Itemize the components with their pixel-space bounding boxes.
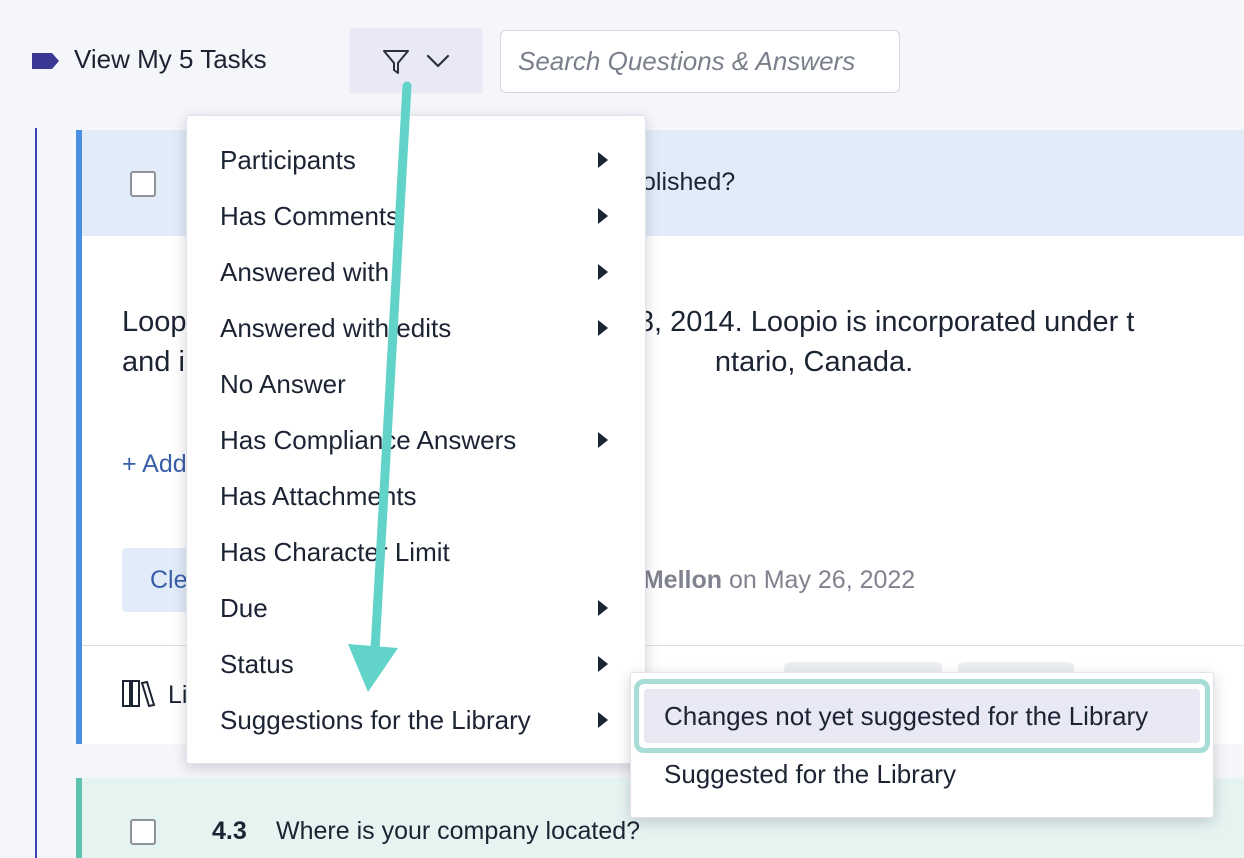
caret-right-icon [598,432,608,448]
filter-dropdown-button[interactable] [349,28,483,94]
add-link[interactable]: + Add [122,450,187,479]
caret-right-icon [598,712,608,728]
menu-item-has-character-limit[interactable]: Has Character Limit [187,508,645,567]
menu-item-no-answer[interactable]: No Answer [187,340,645,399]
menu-item-participants[interactable]: Participants [187,116,645,175]
menu-item-label: Has Character Limit [220,537,450,567]
menu-item-has-attachments[interactable]: Has Attachments [187,452,645,511]
menu-item-label: Suggestions for the Library [220,705,531,735]
caret-right-icon [598,264,608,280]
menu-item-answered-with[interactable]: Answered with [187,228,645,287]
books-icon [122,680,156,708]
question-checkbox[interactable] [130,171,156,197]
menu-item-label: Due [220,593,268,623]
caret-right-icon [598,600,608,616]
meta-date: on May 26, 2022 [728,566,916,594]
view-my-tasks-link[interactable]: View My 5 Tasks [74,44,267,75]
question-number: 4.3 [212,817,247,845]
toolbar: View My 5 Tasks [0,0,1244,120]
chevron-down-icon [426,54,450,68]
menu-item-has-compliance-answers[interactable]: Has Compliance Answers [187,396,645,455]
menu-item-label: Participants [220,145,356,175]
section-indicator-line [35,128,37,858]
menu-item-answered-with-edits[interactable]: Answered with edits [187,284,645,343]
answer-line-1-end: ry 18, 2014. Loopio is incorporated unde… [589,306,1135,338]
menu-item-has-comments[interactable]: Has Comments [187,172,645,231]
answer-line-2-end: ntario, Canada. [714,346,914,378]
menu-item-label: Has Comments [220,201,400,231]
menu-item-label: No Answer [220,369,346,399]
submenu-item-label: Changes not yet suggested for the Librar… [664,701,1149,731]
submenu-item-label: Suggested for the Library [664,759,956,789]
question-checkbox[interactable] [130,819,156,845]
question-text: Where is your company located? [276,817,641,845]
answer-line-2-start: and i [122,346,185,378]
caret-right-icon [598,152,608,168]
submenu-item-suggested-for-library[interactable]: Suggested for the Library [664,759,1194,799]
menu-item-label: Status [220,649,294,679]
menu-item-label: Has Compliance Answers [220,425,517,455]
caret-right-icon [598,208,608,224]
submenu-item-changes-not-yet-suggested[interactable]: Changes not yet suggested for the Librar… [644,689,1200,743]
library-label: Li [168,681,188,709]
library-suggestions-submenu: Changes not yet suggested for the Librar… [630,672,1214,818]
caret-right-icon [598,320,608,336]
filter-menu: Participants Has Comments Answered with … [186,115,646,764]
last-updated-meta: e Mellon on May 26, 2022 [622,566,915,595]
question-text: olished? [642,168,736,196]
menu-item-label: Has Attachments [220,481,417,511]
funnel-icon [383,50,409,74]
menu-item-label: Answered with edits [220,313,452,343]
answer-line-1-start: Loop [122,306,187,338]
menu-item-status[interactable]: Status [187,620,645,679]
search-input[interactable] [500,30,900,93]
menu-item-label: Answered with [220,257,390,287]
menu-item-due[interactable]: Due [187,564,645,623]
menu-item-suggestions-for-the-library[interactable]: Suggestions for the Library [187,676,645,735]
caret-right-icon [598,656,608,672]
tag-icon [32,53,59,69]
